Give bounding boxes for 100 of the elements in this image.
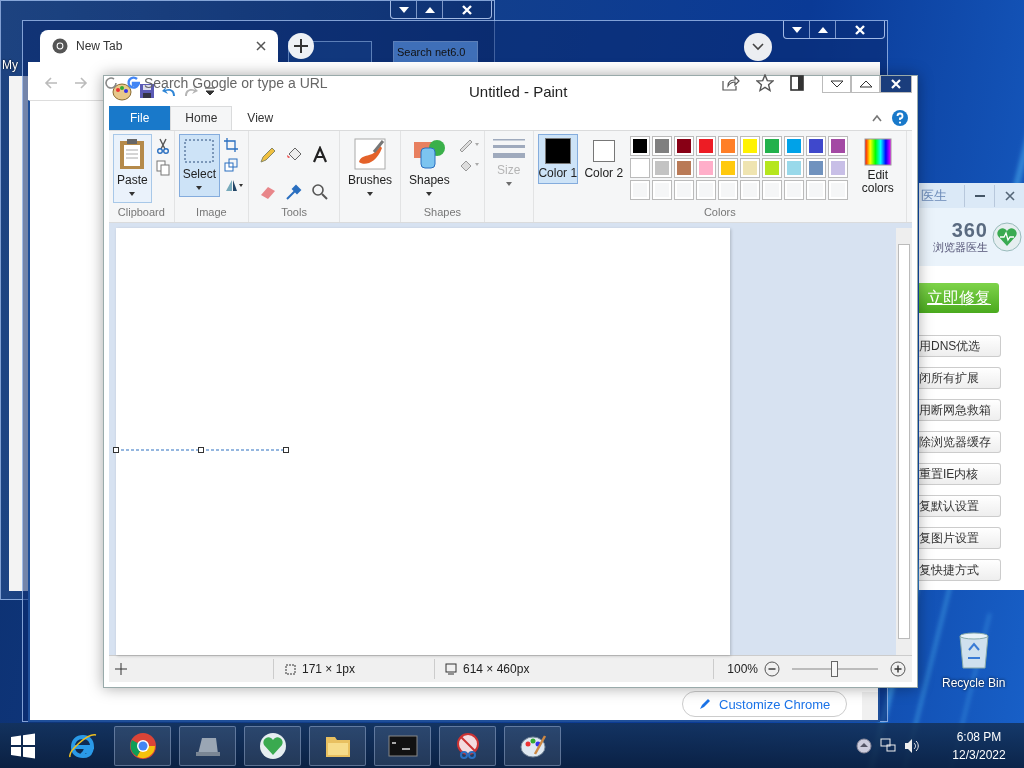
side-panel-icon[interactable] (790, 75, 804, 91)
palette-swatch[interactable] (783, 157, 804, 178)
brush-icon (354, 137, 387, 170)
taskbar-button[interactable] (179, 725, 236, 766)
palette-swatch[interactable] (717, 135, 738, 156)
selection-size: 171 × 1px (302, 662, 356, 677)
logo-subtitle: 浏览器医生 (933, 239, 988, 255)
palette-swatch[interactable] (651, 135, 672, 156)
ribbon-tab[interactable]: View (232, 105, 289, 130)
clock[interactable]: 6:08 PM 12/3/2022 (942, 729, 1016, 762)
customize-button[interactable]: Customize Chrome (682, 691, 848, 717)
taskbar-button[interactable] (114, 725, 171, 766)
palette-swatch[interactable] (629, 135, 650, 156)
close-icon[interactable] (256, 41, 266, 51)
move-icon (115, 663, 127, 676)
brushes-button[interactable]: Brushes (344, 133, 397, 203)
zoom-level: 100% (726, 662, 758, 677)
star-icon[interactable] (756, 74, 774, 92)
palette-swatch[interactable] (761, 135, 782, 156)
ribbon-tab[interactable]: File (109, 105, 171, 130)
palette-swatch[interactable] (805, 157, 826, 178)
close-button[interactable] (880, 76, 912, 93)
palette-swatch[interactable] (651, 157, 672, 178)
scissors-icon[interactable] (155, 137, 170, 154)
browser-tab[interactable]: New Tab (40, 30, 278, 62)
caret-down-icon (791, 26, 802, 33)
taskbar-button[interactable] (439, 725, 496, 766)
palette-swatch[interactable] (827, 135, 848, 156)
share-icon[interactable] (722, 75, 740, 91)
shapes-icon (413, 137, 446, 170)
palette-swatch[interactable] (695, 135, 716, 156)
help-icon[interactable] (892, 109, 908, 126)
outline-icon[interactable] (457, 137, 480, 152)
select-button[interactable]: Select (178, 133, 221, 197)
new-tab-button[interactable] (288, 33, 314, 59)
rainbow-icon (863, 137, 892, 166)
selection-marquee[interactable] (113, 447, 289, 454)
color-slot[interactable]: Color 2 (583, 133, 624, 184)
reload-icon[interactable] (104, 76, 118, 90)
group-label: Clipboard (117, 206, 165, 221)
collapse-ribbon-icon[interactable] (872, 113, 882, 122)
repair-option-button[interactable]: 用断网急救箱 (919, 399, 1001, 421)
minimize-icon (974, 194, 985, 197)
date-text: 12/3/2022 (952, 747, 1006, 762)
scrollbar[interactable] (896, 228, 912, 656)
repair-option-button[interactable]: 闭所有扩展 (919, 367, 1001, 389)
caret-up-icon (424, 6, 435, 13)
search-field[interactable]: Search net6.0 (393, 41, 478, 63)
magnifier-icon[interactable] (311, 182, 330, 201)
close-icon (462, 4, 472, 15)
paste-button[interactable]: Paste (113, 133, 152, 203)
window-title: 医生 (920, 186, 947, 205)
palette-swatch[interactable] (695, 157, 716, 178)
taskbar-button[interactable] (244, 725, 301, 766)
text-icon[interactable] (311, 145, 330, 164)
network-icon[interactable] (880, 737, 896, 754)
palette-swatch[interactable] (761, 157, 782, 178)
palette-swatch[interactable] (805, 135, 826, 156)
resize-icon[interactable] (224, 157, 239, 172)
palette-swatch[interactable] (827, 157, 848, 178)
repair-option-button[interactable]: 用DNS优选 (919, 335, 1001, 357)
repair-option-button[interactable]: 复图片设置 (919, 527, 1001, 549)
group-label: Image (196, 206, 227, 221)
scrollbar[interactable] (862, 692, 878, 720)
palette-swatch[interactable] (717, 157, 738, 178)
palette-swatch[interactable] (673, 157, 694, 178)
taskbar-button[interactable] (309, 725, 366, 766)
ribbon-tab[interactable]: Home (170, 105, 233, 130)
repair-option-button[interactable]: 重置IE内核 (919, 463, 1001, 485)
desktop-icon-label: Recycle Bin (942, 676, 1006, 690)
speaker-icon[interactable] (904, 737, 920, 754)
tab-search-button[interactable] (744, 33, 772, 61)
palette-swatch[interactable] (739, 135, 760, 156)
color-slot[interactable]: Color 1 (537, 133, 578, 184)
tray-circle-icon[interactable] (856, 737, 872, 754)
taskbar-button[interactable] (504, 725, 561, 766)
edit-colors-button[interactable]: Edit colors (853, 133, 902, 199)
shapes-button[interactable]: Shapes (405, 133, 454, 203)
address-bar[interactable]: Search Google or type a URL (144, 75, 328, 91)
minimize-button[interactable] (822, 76, 851, 93)
zoom-in-icon[interactable] (890, 661, 906, 678)
logo-text: 360 (951, 219, 988, 240)
canvas-size: 614 × 460px (463, 662, 530, 677)
palette-swatch[interactable] (673, 135, 694, 156)
repair-option-button[interactable]: 复默认设置 (919, 495, 1001, 517)
line-width-icon (492, 137, 525, 160)
zoom-out-icon[interactable] (764, 661, 780, 678)
copy-icon[interactable] (155, 159, 170, 176)
group-label: Tools (281, 206, 307, 221)
taskbar-button[interactable] (374, 725, 431, 766)
slider-thumb[interactable] (831, 661, 838, 678)
canvas-size-icon (445, 663, 457, 676)
crop-icon[interactable] (224, 137, 239, 152)
repair-option-button[interactable]: 复快捷方式 (919, 559, 1001, 581)
palette-swatch[interactable] (739, 157, 760, 178)
windows-logo-icon[interactable] (10, 732, 36, 759)
palette-swatch[interactable] (783, 135, 804, 156)
pencil-icon[interactable] (259, 145, 278, 164)
repair-option-button[interactable]: 除浏览器缓存 (919, 431, 1001, 453)
palette-swatch[interactable] (629, 157, 650, 178)
